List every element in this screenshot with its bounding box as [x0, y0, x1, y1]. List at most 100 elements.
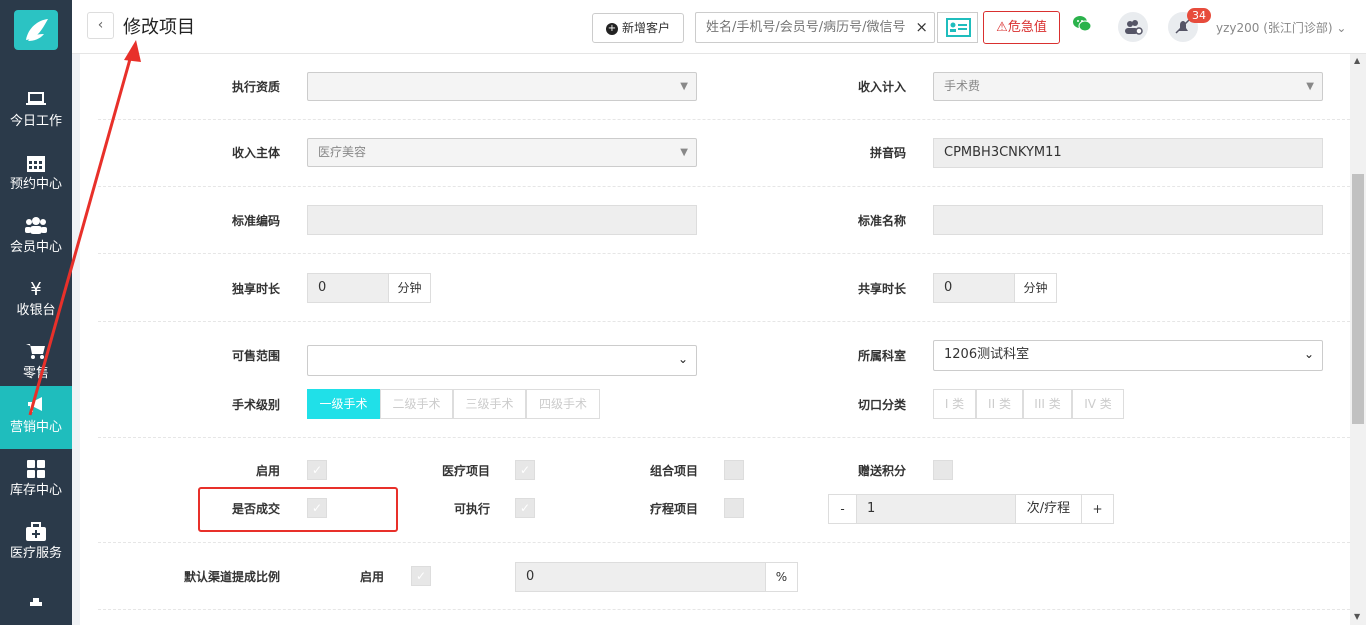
sidebar: 今日工作 预约中心 会员中心 ¥ 收银台 零售 营销中心 库存中心 医疗服务 [0, 0, 72, 625]
incision-4[interactable]: IV 类 [1072, 389, 1124, 419]
users-icon [25, 216, 47, 238]
incision-2[interactable]: II 类 [976, 389, 1023, 419]
excl-time-label: 独享时长 [231, 282, 280, 296]
bonus-label: 赠送积分 [857, 464, 906, 478]
channel-ratio-unit: % [765, 562, 798, 592]
sale-range-label: 可售范围 [231, 349, 280, 363]
scrollbar-thumb[interactable] [1352, 174, 1364, 424]
sidebar-item-members[interactable]: 会员中心 [0, 206, 72, 269]
row-divider [98, 437, 1350, 438]
combo-checkbox[interactable] [724, 460, 744, 480]
bonus-checkbox[interactable] [933, 460, 953, 480]
combo-label: 组合项目 [649, 464, 698, 478]
user-menu[interactable]: yzy200 (张江门诊部) ⌄ [1216, 19, 1346, 36]
surgery-level-2[interactable]: 二级手术 [380, 389, 453, 419]
laptop-icon [25, 90, 47, 112]
clear-icon[interactable]: × [915, 18, 928, 36]
course-minus-button[interactable]: - [828, 494, 857, 524]
user-name: yzy200 (张江门诊部) [1216, 21, 1333, 35]
surgery-level-label: 手术级别 [231, 398, 280, 412]
share-time-label: 共享时长 [857, 282, 906, 296]
std-code-input[interactable] [307, 205, 697, 235]
course-plus-button[interactable]: + [1081, 494, 1114, 524]
sidebar-item-label: 医疗服务 [9, 546, 62, 561]
exec-qual-select[interactable]: ▼ [307, 72, 697, 101]
surgery-level-1[interactable]: 一级手术 [307, 389, 380, 419]
grid-icon [25, 459, 47, 481]
calendar-icon [25, 153, 47, 175]
channel-label: 默认渠道提成比例 [183, 570, 280, 584]
course-checkbox[interactable] [724, 498, 744, 518]
income-label: 收入计入 [857, 80, 906, 94]
danger-value-button[interactable]: ⚠危急值 [983, 11, 1060, 44]
std-code-label: 标准编码 [231, 214, 280, 228]
pinyin-input[interactable]: CPMBH3CNKYM11 [933, 138, 1323, 168]
sidebar-item-cashier[interactable]: ¥ 收银台 [0, 269, 72, 332]
course-count-input[interactable]: 1 [856, 494, 1016, 524]
sale-range-select[interactable]: ⌄ [307, 345, 697, 376]
new-customer-label: 新增客户 [621, 21, 670, 35]
incision-label: 切口分类 [857, 398, 906, 412]
surgery-level-4[interactable]: 四级手术 [526, 389, 600, 419]
share-time-input[interactable]: 0 [933, 273, 1015, 303]
back-button[interactable]: ‹ [87, 12, 114, 39]
sidebar-item-inventory[interactable]: 库存中心 [0, 449, 72, 512]
search-box: × [695, 12, 935, 43]
income-value: 手术费 [944, 79, 981, 93]
incision-1[interactable]: I 类 [933, 389, 976, 419]
exec-checkbox[interactable]: ✓ [515, 498, 535, 518]
user-settings-icon[interactable] [1118, 12, 1148, 42]
excl-time-input[interactable]: 0 [307, 273, 389, 303]
dept-label: 所属科室 [857, 349, 906, 363]
wechat-icon[interactable] [1072, 15, 1094, 37]
scroll-down-arrow[interactable]: ▼ [1354, 612, 1360, 621]
yen-icon: ¥ [30, 279, 42, 300]
search-input[interactable] [696, 13, 906, 42]
medical-label: 医疗项目 [441, 464, 490, 478]
income-subject-select[interactable]: 医疗美容 ▼ [307, 138, 697, 167]
sidebar-item-label: 今日工作 [9, 114, 62, 129]
row-divider [98, 321, 1350, 322]
new-customer-button[interactable]: + 新增客户 [592, 13, 684, 43]
sidebar-item-label: 预约中心 [9, 177, 62, 192]
exec-qual-label: 执行资质 [231, 80, 280, 94]
sidebar-item-label: 会员中心 [9, 240, 62, 255]
row-divider [98, 609, 1350, 610]
sidebar-item-today-work[interactable]: 今日工作 [0, 80, 72, 143]
sidebar-item-label: 库存中心 [9, 483, 62, 498]
sidebar-item-more[interactable] [0, 580, 72, 625]
course-unit: 次/疗程 [1015, 494, 1082, 524]
channel-enable-label: 启用 [359, 570, 384, 584]
income-subject-label: 收入主体 [231, 146, 280, 160]
income-select[interactable]: 手术费 ▼ [933, 72, 1323, 101]
warning-icon: ⚠ [996, 20, 1008, 35]
sidebar-item-appointments[interactable]: 预约中心 [0, 143, 72, 206]
sidebar-item-marketing[interactable]: 营销中心 [0, 386, 72, 449]
dept-select[interactable]: 1206测试科室 ⌄ [933, 340, 1323, 371]
chevron-down-icon: ⌄ [677, 352, 688, 366]
sidebar-item-label: 营销中心 [9, 420, 62, 435]
enable-checkbox[interactable]: ✓ [307, 460, 327, 480]
channel-enable-checkbox[interactable]: ✓ [411, 566, 431, 586]
row-divider [98, 186, 1350, 187]
app-logo[interactable] [14, 10, 58, 50]
pinyin-label: 拼音码 [869, 146, 906, 160]
caret-down-icon: ▼ [1306, 81, 1314, 92]
excl-time-unit: 分钟 [388, 273, 431, 303]
std-name-input[interactable] [933, 205, 1323, 235]
chevron-down-icon: ⌄ [1336, 21, 1347, 35]
top-bar: ‹ 修改项目 +新增客户 × ⚠危急值 34 yzy200 (张江门诊部) ⌄ [72, 0, 1366, 54]
incision-3[interactable]: III 类 [1023, 389, 1072, 419]
id-card-button[interactable] [937, 12, 978, 43]
caret-down-icon: ▼ [680, 147, 688, 158]
id-card-icon [946, 18, 971, 37]
scroll-up-arrow[interactable]: ▲ [1354, 56, 1360, 65]
page-title: 修改项目 [123, 17, 195, 38]
medical-checkbox[interactable]: ✓ [515, 460, 535, 480]
enable-label: 启用 [255, 464, 280, 478]
sidebar-item-medical[interactable]: 医疗服务 [0, 512, 72, 575]
exec-label: 可执行 [453, 502, 490, 516]
scrollbar[interactable]: ▲ ▼ [1350, 54, 1366, 625]
surgery-level-3[interactable]: 三级手术 [453, 389, 526, 419]
channel-ratio-input[interactable]: 0 [515, 562, 766, 592]
